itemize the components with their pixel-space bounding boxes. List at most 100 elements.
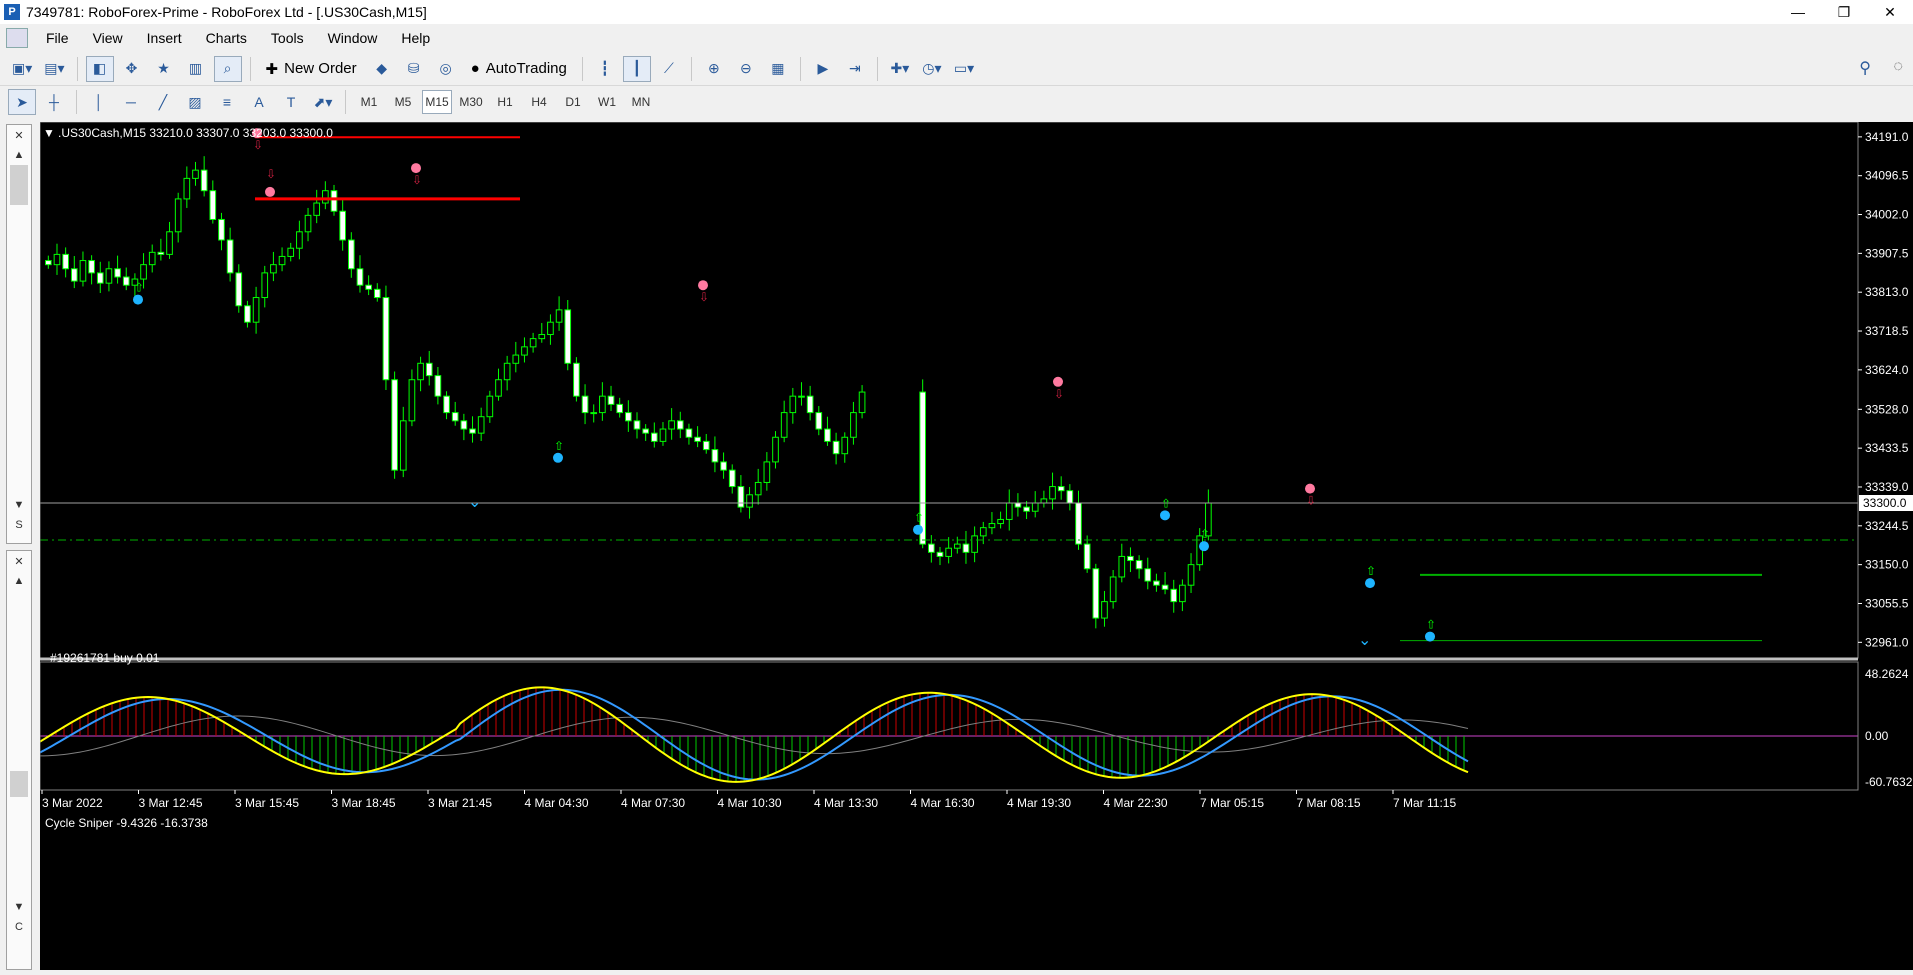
bull-candle: [850, 412, 857, 438]
chat-icon[interactable]: ◌: [1893, 58, 1903, 76]
close-button[interactable]: ✕: [1867, 0, 1913, 24]
market-watch-panel: ✕ ▲ ▼ S: [6, 124, 32, 544]
channel-icon[interactable]: ▨: [181, 89, 209, 115]
indicator-header: Cycle Sniper -9.4326 -16.3738: [45, 816, 208, 830]
panel-close-icon[interactable]: ✕: [7, 551, 31, 571]
timeframe-h4[interactable]: H4: [524, 90, 554, 114]
meta-editor-icon[interactable]: ◆: [368, 56, 396, 82]
bear-candle: [62, 253, 69, 270]
zoom-in-icon[interactable]: ⊕: [700, 56, 728, 82]
vertical-line-icon[interactable]: │: [85, 89, 113, 115]
market-watch-icon[interactable]: ◧: [85, 55, 114, 82]
chart-collapse-icon[interactable]: ▼: [43, 126, 55, 140]
autotrading-button[interactable]: ● AutoTrading: [464, 56, 574, 82]
panel-close-icon[interactable]: ✕: [7, 125, 31, 145]
minimize-button[interactable]: —: [1775, 0, 1821, 24]
price-pane[interactable]: ⇩ ⇩ ⇩ ⇩ ⇩ ⇩ ⇧ ⇧ ⇧ ⇧ ⇧ ⇧ ⇧ ⌄ ⌄: [40, 128, 1858, 649]
restore-button[interactable]: ❐: [1821, 0, 1867, 24]
bull-candle: [1005, 502, 1013, 520]
bear-candle: [728, 469, 736, 488]
text-icon[interactable]: A: [245, 89, 273, 115]
scroll-down-icon[interactable]: ▼: [7, 897, 31, 917]
scroll-up-icon[interactable]: ▲: [7, 571, 31, 591]
scrollbar-thumb[interactable]: [10, 165, 28, 205]
bear-candle: [114, 268, 121, 278]
timeframe-h1[interactable]: H1: [490, 90, 520, 114]
bear-candle: [70, 268, 78, 282]
bull-candle: [174, 198, 182, 233]
strategy-tester-icon[interactable]: ⌕: [213, 55, 242, 82]
menu-view[interactable]: View: [81, 30, 135, 46]
market-icon[interactable]: ⛁: [400, 56, 428, 82]
bear-candle: [45, 260, 52, 266]
bear-candle: [711, 449, 719, 463]
line-chart-icon[interactable]: ⟋: [655, 56, 683, 82]
bear-candle: [625, 412, 632, 422]
timeframe-m15[interactable]: M15: [422, 90, 452, 114]
search-icon[interactable]: ⚲: [1859, 58, 1871, 78]
chart-shift-icon[interactable]: ⇥: [841, 56, 869, 82]
price-tick-label: 33624.0: [1865, 363, 1909, 377]
cursor-icon[interactable]: ➤: [8, 89, 36, 115]
bear-candle: [1066, 490, 1074, 504]
horizontal-line-icon[interactable]: ─: [117, 89, 145, 115]
bull-candle: [166, 231, 173, 255]
tile-windows-icon[interactable]: ▦: [764, 56, 792, 82]
app-icon: P: [4, 4, 20, 20]
buy-arrow-icon: ⇧: [1366, 564, 1376, 578]
candlestick-icon[interactable]: ┃: [622, 55, 651, 82]
terminal-icon[interactable]: ▥: [182, 56, 210, 82]
templates-icon[interactable]: ▭▾: [950, 56, 978, 82]
zoom-out-icon[interactable]: ⊖: [732, 56, 760, 82]
chart-window[interactable]: ⇩ ⇩ ⇩ ⇩ ⇩ ⇩ ⇧ ⇧ ⇧ ⇧ ⇧ ⇧ ⇧ ⌄ ⌄ 34191.0 34096.5 34002.0 339…: [40, 122, 1913, 970]
bear-candle: [235, 272, 243, 307]
bear-candle: [1127, 555, 1134, 562]
indicator-pane[interactable]: [40, 686, 1858, 783]
price-pane-border: [40, 122, 1859, 659]
periods-icon[interactable]: ◷▾: [918, 56, 946, 82]
bull-candle: [858, 391, 866, 414]
scrollbar-thumb[interactable]: [10, 771, 28, 797]
crosshair-icon[interactable]: ┼: [40, 89, 68, 115]
fast-line: [40, 686, 1469, 783]
navigator-icon[interactable]: ★: [150, 56, 178, 82]
bull-candle: [261, 272, 269, 299]
time-tick-label: 3 Mar 18:45: [332, 796, 396, 810]
timeframe-w1[interactable]: W1: [592, 90, 622, 114]
panel-tab-common[interactable]: C: [7, 917, 31, 937]
timeframe-d1[interactable]: D1: [558, 90, 588, 114]
panel-tab-symbols[interactable]: S: [7, 515, 31, 535]
data-window-icon[interactable]: ✥: [118, 56, 146, 82]
bull-candle: [659, 428, 667, 442]
chart-canvas[interactable]: ⇩ ⇩ ⇩ ⇩ ⇩ ⇩ ⇧ ⇧ ⇧ ⇧ ⇧ ⇧ ⇧ ⌄ ⌄ 34191.0 34096.5 34002.0 339…: [40, 122, 1913, 970]
menu-insert[interactable]: Insert: [135, 30, 194, 46]
profiles-icon[interactable]: ▤▾: [40, 56, 68, 82]
text-label-icon[interactable]: T: [277, 89, 305, 115]
timeframe-m1[interactable]: M1: [354, 90, 384, 114]
timeframe-mn[interactable]: MN: [626, 90, 656, 114]
fibonacci-icon[interactable]: ≡: [213, 89, 241, 115]
timeframe-m30[interactable]: M30: [456, 90, 486, 114]
menu-charts[interactable]: Charts: [194, 30, 259, 46]
menu-file[interactable]: File: [34, 30, 81, 46]
scroll-up-icon[interactable]: ▲: [7, 145, 31, 165]
auto-scroll-icon[interactable]: ▶: [809, 56, 837, 82]
bull-candle: [1179, 584, 1186, 603]
arrows-icon[interactable]: ⬈▾: [309, 89, 337, 115]
menu-help[interactable]: Help: [389, 30, 442, 46]
chart-window-icon[interactable]: [6, 28, 28, 48]
price-tick-label: 33433.5: [1865, 441, 1909, 455]
indicators-icon[interactable]: ✚▾: [886, 56, 914, 82]
current-price-label: 33300.0: [1863, 496, 1907, 510]
bar-chart-icon[interactable]: ┇: [591, 56, 619, 82]
scroll-down-icon[interactable]: ▼: [7, 495, 31, 515]
new-order-button[interactable]: ✚ New Order: [259, 56, 364, 82]
trendline-icon[interactable]: ╱: [149, 89, 177, 115]
menu-tools[interactable]: Tools: [259, 30, 316, 46]
bull-candle: [503, 362, 511, 381]
menu-window[interactable]: Window: [316, 30, 390, 46]
signals-icon[interactable]: ◎: [432, 56, 460, 82]
time-tick-label: 7 Mar 11:15: [1393, 796, 1456, 810]
new-chart-icon[interactable]: ▣▾: [8, 56, 36, 82]
timeframe-m5[interactable]: M5: [388, 90, 418, 114]
